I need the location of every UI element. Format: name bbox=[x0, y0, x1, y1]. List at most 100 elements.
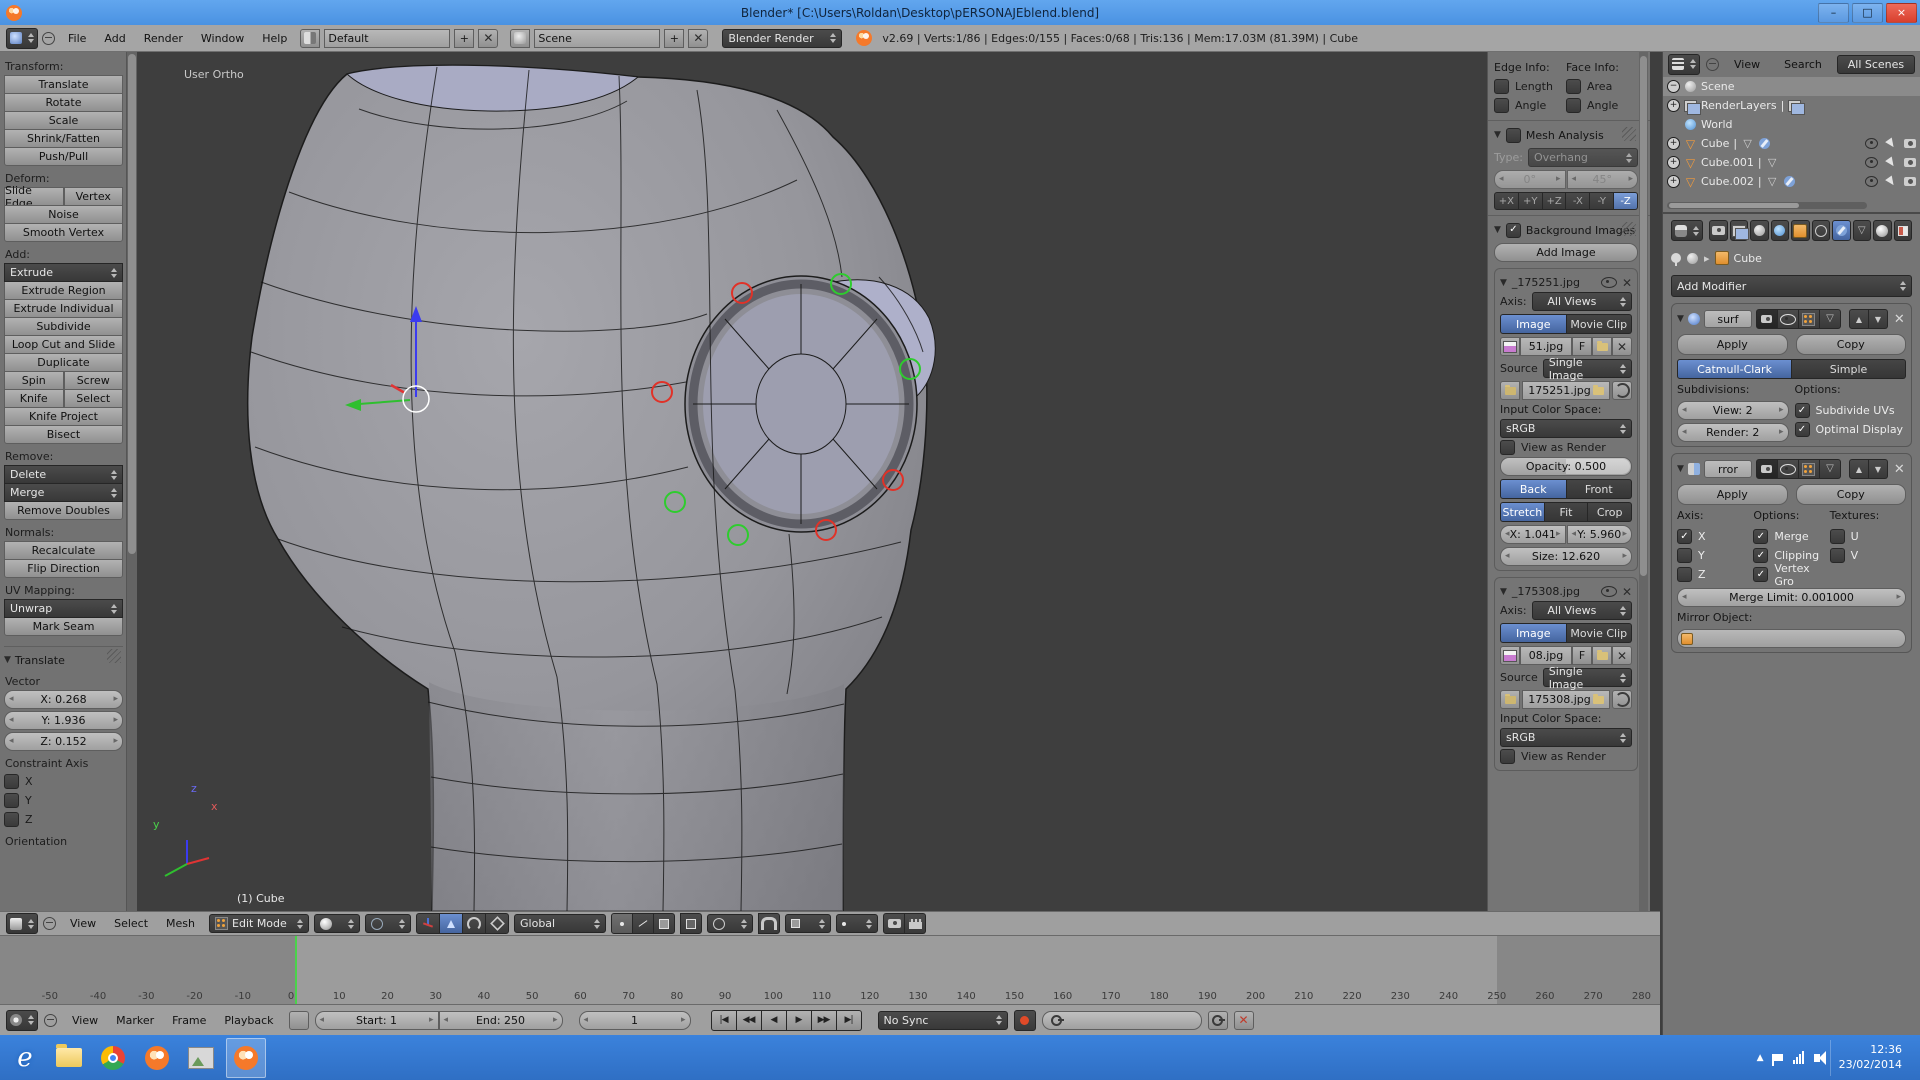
analysis-axis-z[interactable]: +Z bbox=[1543, 192, 1567, 210]
fake-user-button[interactable]: F bbox=[1572, 337, 1592, 356]
tool-button-select[interactable]: Select bbox=[64, 389, 124, 408]
camera-icon[interactable] bbox=[1903, 175, 1916, 188]
outliner-search-menu[interactable]: Search bbox=[1775, 58, 1831, 71]
simple-button[interactable]: Simple bbox=[1792, 359, 1906, 379]
tab-scene[interactable] bbox=[1750, 220, 1769, 241]
network-icon[interactable] bbox=[1793, 1051, 1804, 1064]
plus-expander-icon[interactable]: + bbox=[1667, 137, 1680, 150]
play-reverse-button[interactable]: ◀ bbox=[762, 1010, 787, 1031]
tab-texture[interactable] bbox=[1894, 220, 1913, 241]
background-images-panel-header[interactable]: ▼ ✓ Background Images bbox=[1494, 220, 1638, 240]
mirror-z-checkbox[interactable]: Z bbox=[1677, 565, 1753, 584]
outliner-item-scene[interactable]: −Scene bbox=[1663, 77, 1920, 96]
timeline-menu-view[interactable]: View bbox=[63, 1014, 107, 1027]
merge-limit-slider[interactable]: ◂Merge Limit: 0.001000▸ bbox=[1677, 588, 1906, 607]
outliner-hscrollbar[interactable] bbox=[1667, 202, 1867, 209]
add-modifier-select[interactable]: Add Modifier bbox=[1671, 275, 1912, 297]
mesh-analysis-panel-header[interactable]: ▼ Mesh Analysis bbox=[1494, 125, 1638, 145]
proportional-edit-select[interactable] bbox=[707, 914, 753, 933]
hidden-icons-arrow[interactable]: ▲ bbox=[1757, 1053, 1764, 1063]
eye-icon[interactable] bbox=[1601, 586, 1617, 597]
plus-expander-icon[interactable]: + bbox=[1667, 156, 1680, 169]
tool-button-knife[interactable]: Knife bbox=[4, 389, 64, 408]
camera-icon[interactable] bbox=[1903, 137, 1916, 150]
view-as-render-checkbox[interactable]: View as Render bbox=[1500, 747, 1632, 766]
timeline-frames-area[interactable]: -50-40-30-20-100102030405060708090100110… bbox=[0, 936, 1660, 1004]
edge-length-checkbox[interactable]: Length bbox=[1494, 77, 1566, 96]
eye-icon[interactable] bbox=[1865, 156, 1878, 169]
collapse-menus-icon[interactable] bbox=[44, 1014, 57, 1027]
tool-button-extrude-individual[interactable]: Extrude Individual bbox=[4, 299, 123, 318]
analysis-max-slider[interactable]: ◂45°▸ bbox=[1567, 170, 1639, 189]
snap-element-select[interactable] bbox=[785, 914, 831, 933]
view3d-menu-view[interactable]: View bbox=[61, 917, 105, 930]
face-area-checkbox[interactable]: Area bbox=[1566, 77, 1638, 96]
panel-drag-hatch[interactable] bbox=[1622, 127, 1636, 141]
analysis-axis-x[interactable]: -X bbox=[1566, 192, 1590, 210]
tool-button-flip-direction[interactable]: Flip Direction bbox=[4, 559, 123, 578]
screen-layout-icon-button[interactable] bbox=[300, 29, 320, 48]
expand-triangle-icon[interactable]: ▼ bbox=[1500, 278, 1507, 288]
expand-triangle-icon[interactable]: ▼ bbox=[1500, 587, 1507, 597]
manipulator-toggle[interactable] bbox=[416, 913, 440, 934]
tab-object[interactable] bbox=[1791, 220, 1810, 241]
scrollbar-thumb[interactable] bbox=[1669, 203, 1799, 208]
minimize-button[interactable]: – bbox=[1818, 3, 1849, 23]
image-datablock-icon[interactable] bbox=[1500, 337, 1520, 356]
view3d-menu-mesh[interactable]: Mesh bbox=[157, 917, 204, 930]
view-as-render-checkbox[interactable]: View as Render bbox=[1500, 438, 1632, 457]
back-button[interactable]: Back bbox=[1500, 479, 1567, 499]
play-button[interactable]: ▶ bbox=[787, 1010, 812, 1031]
operator-panel-header[interactable]: ▼ Translate bbox=[4, 651, 123, 669]
viewport-toggle[interactable] bbox=[1778, 459, 1799, 479]
cursor-icon[interactable] bbox=[1884, 175, 1897, 188]
unlink-image-button[interactable]: ✕ bbox=[1612, 337, 1632, 356]
timeline-menu-marker[interactable]: Marker bbox=[107, 1014, 163, 1027]
face-angle-checkbox[interactable]: Angle bbox=[1566, 96, 1638, 115]
menu-help[interactable]: Help bbox=[253, 32, 296, 45]
mirror-v-checkbox[interactable]: V bbox=[1830, 546, 1906, 565]
analysis-axis-y[interactable]: +Y bbox=[1519, 192, 1543, 210]
panel-drag-hatch[interactable] bbox=[107, 649, 121, 663]
image-viewer-icon[interactable] bbox=[182, 1039, 220, 1077]
tool-button-extrude-region[interactable]: Extrude Region bbox=[4, 281, 123, 300]
constraint-z-checkbox[interactable]: Z bbox=[4, 810, 123, 829]
scene-add-button[interactable]: + bbox=[664, 29, 684, 48]
front-button[interactable]: Front bbox=[1567, 479, 1633, 499]
outliner-item-cube-002[interactable]: +▽Cube.002|▽ bbox=[1663, 172, 1920, 191]
merge-checkbox[interactable]: ✓Merge bbox=[1753, 527, 1829, 546]
cage-toggle[interactable]: ▽ bbox=[1820, 309, 1841, 329]
outliner-filter-select[interactable]: All Scenes bbox=[1837, 55, 1915, 74]
render-engine-select[interactable]: Blender Render bbox=[722, 29, 842, 48]
chrome-icon[interactable] bbox=[94, 1039, 132, 1077]
tool-button-loop-cut-and-slide[interactable]: Loop Cut and Slide bbox=[4, 335, 123, 354]
move-up-button[interactable]: ▲ bbox=[1849, 309, 1869, 329]
tab-constraints[interactable] bbox=[1812, 220, 1831, 241]
camera-icon[interactable] bbox=[1903, 156, 1916, 169]
analysis-axis-x[interactable]: +X bbox=[1494, 192, 1519, 210]
editor-type-menu[interactable] bbox=[6, 1010, 38, 1031]
tool-button-slide-edge[interactable]: Slide Edge bbox=[4, 187, 64, 206]
render-animation-button[interactable] bbox=[905, 913, 926, 934]
move-down-button[interactable]: ▼ bbox=[1869, 309, 1888, 329]
rotate-manipulator-button[interactable] bbox=[463, 913, 486, 934]
tool-button-extrude[interactable]: Extrude bbox=[4, 263, 123, 282]
apply-button[interactable]: Apply bbox=[1677, 484, 1788, 505]
mirror-object-field[interactable] bbox=[1677, 629, 1906, 648]
scrollbar-thumb[interactable] bbox=[1640, 56, 1647, 576]
axis-select[interactable]: All Views bbox=[1532, 601, 1632, 620]
outliner-view-menu[interactable]: View bbox=[1725, 58, 1769, 71]
delete-modifier-icon[interactable]: ✕ bbox=[1894, 312, 1905, 327]
tool-button-mark-seam[interactable]: Mark Seam bbox=[4, 617, 123, 636]
add-image-button[interactable]: Add Image bbox=[1494, 243, 1638, 262]
vector-x-slider[interactable]: ◂X: 0.268▸ bbox=[4, 690, 123, 709]
mesh-analysis-checkbox[interactable] bbox=[1506, 128, 1521, 143]
translate-manipulator-button[interactable] bbox=[440, 913, 463, 934]
tool-button-merge[interactable]: Merge bbox=[4, 483, 123, 502]
jump-end-button[interactable]: ▶| bbox=[837, 1010, 862, 1031]
fake-user-button[interactable]: F bbox=[1572, 646, 1592, 665]
tool-button-smooth-vertex[interactable]: Smooth Vertex bbox=[4, 223, 123, 242]
subdivide-uvs-checkbox[interactable]: ✓Subdivide UVs bbox=[1795, 401, 1907, 420]
transform-orientation-select[interactable]: Global bbox=[514, 914, 606, 933]
pivot-point-select[interactable] bbox=[365, 914, 411, 933]
